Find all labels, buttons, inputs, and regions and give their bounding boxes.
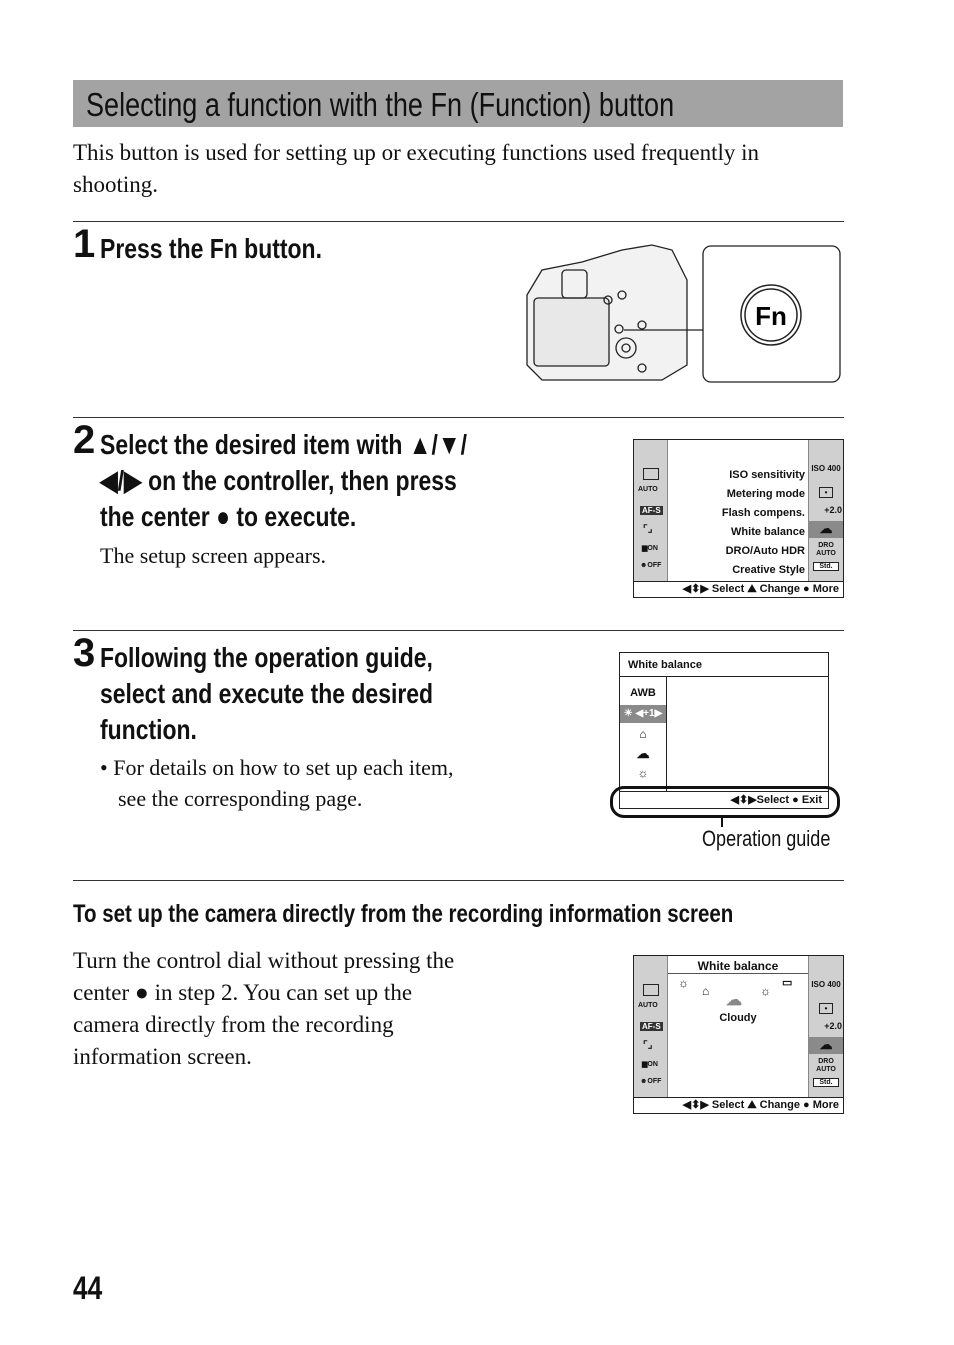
setup-screen: AUTO AF-S ⌜⌟ ▆ON ☻OFF ISO sensitivity Me… [633,439,844,598]
metering-icon: • [819,487,833,498]
wb-daylight-icon[interactable]: ☼ [678,976,689,990]
smile-shutter-icon: ☻OFF [640,562,662,569]
menu-item[interactable]: White balance [722,523,805,542]
dro-value: DRO AUTO [816,1058,836,1073]
page-number: 44 [73,1270,103,1306]
wb-cloudy-icon: ☁ [809,521,843,538]
iso-value: ISO 400 [811,980,841,989]
screen-title: White balance [628,659,702,671]
wb-option-awb[interactable]: AWB [620,687,666,699]
white-balance-screen: White balance AWB ☀ ◀+1▶ ⌂ ☁ ☼ [619,652,829,803]
callout-label: Operation guide [702,826,831,851]
step-note: The setup screen appears. [100,543,327,568]
menu-item[interactable]: Flash compens. [722,504,805,523]
step-heading: function. [100,714,197,745]
screen-title: White balance [668,959,808,974]
camera-illustration: Fn [526,244,841,383]
step-bullet: • For details on how to set up each item… [100,755,454,811]
smile-shutter-icon: ☻OFF [640,1078,662,1085]
wb-tungsten-icon[interactable]: ☼ [620,766,666,780]
section-header: Selecting a function with the Fn (Functi… [73,80,843,127]
af-mode-icon: AF-S [640,506,663,515]
step-heading: the center ● to execute. [100,501,357,532]
step-heading: Press the Fn button. [100,233,322,264]
wb-cloudy-icon[interactable]: ☁ [726,990,742,1010]
operation-guide-bar: ◀⬍▶ Select ⛰ Change ● More [634,581,843,597]
face-detect-icon: ▆ON [642,1061,658,1068]
flash-auto-icon: AUTO [638,1002,658,1009]
divider [73,880,844,881]
face-detect-icon: ▆ON [642,545,658,552]
selected-wb: Cloudy [719,1012,757,1024]
menu-item[interactable]: ISO sensitivity [722,466,805,485]
dro-value: DRO AUTO [816,542,836,557]
divider [73,417,844,418]
subsection-title: To set up the camera directly from the r… [73,900,734,928]
flash-comp-value: +2.0 [824,1021,842,1031]
section-title: Selecting a function with the Fn (Functi… [86,86,675,123]
flash-auto-icon: AUTO [638,486,658,493]
iso-value: ISO 400 [811,464,841,473]
af-mode-icon: AF-S [640,1022,663,1031]
flash-comp-value: +2.0 [824,505,842,515]
step-number: 1 [73,222,96,266]
divider [73,221,844,222]
wb-shade-icon[interactable]: ⌂ [620,727,666,741]
menu-item[interactable]: DRO/Auto HDR [722,542,805,561]
focus-area-icon: ⌜⌟ [643,1040,653,1051]
wb-option-daylight[interactable]: ☀ ◀+1▶ [620,705,666,723]
step-number: 2 [73,418,96,462]
step-heading: select and execute the desired [100,678,434,709]
menu-item[interactable]: Metering mode [722,485,805,504]
operation-guide-bar: ◀⬍▶ Select ⛰ Change ● More [634,1097,843,1113]
manual-page: Selecting a function with the Fn (Functi… [0,0,954,1345]
creative-style-value: Std. [813,562,839,571]
divider [73,630,844,631]
metering-icon: • [819,1003,833,1014]
wb-cloudy-icon: ☁ [809,1037,843,1054]
recording-info-screen: AUTO AF-S ⌜⌟ ▆ON ☻OFF White balance ☼ ⌂ … [633,955,844,1114]
wb-cloudy-icon[interactable]: ☁ [620,746,666,762]
step-heading: Following the operation guide, [100,642,433,673]
operation-guide-bar: ◀⬍▶Select ● Exit [619,791,829,809]
wb-shade-icon[interactable]: ⌂ [702,984,709,998]
creative-style-value: Std. [813,1078,839,1087]
wb-tungsten-icon[interactable]: ☼ [760,984,771,998]
menu-item[interactable]: Creative Style [722,561,805,580]
step-number: 3 [73,631,96,675]
step-heading: ◀/▶ on the controller, then press [100,465,457,496]
intro-text: This button is used for setting up or ex… [73,140,760,197]
focus-area-icon: ⌜⌟ [643,524,653,535]
wb-fluorescent-icon[interactable]: ▭ [782,976,792,989]
fn-button-label: Fn [755,301,787,331]
step-heading: Select the desired item with ▲/▼/ [100,429,467,460]
subsection-text: Turn the control dial without pressing t… [73,948,455,1069]
